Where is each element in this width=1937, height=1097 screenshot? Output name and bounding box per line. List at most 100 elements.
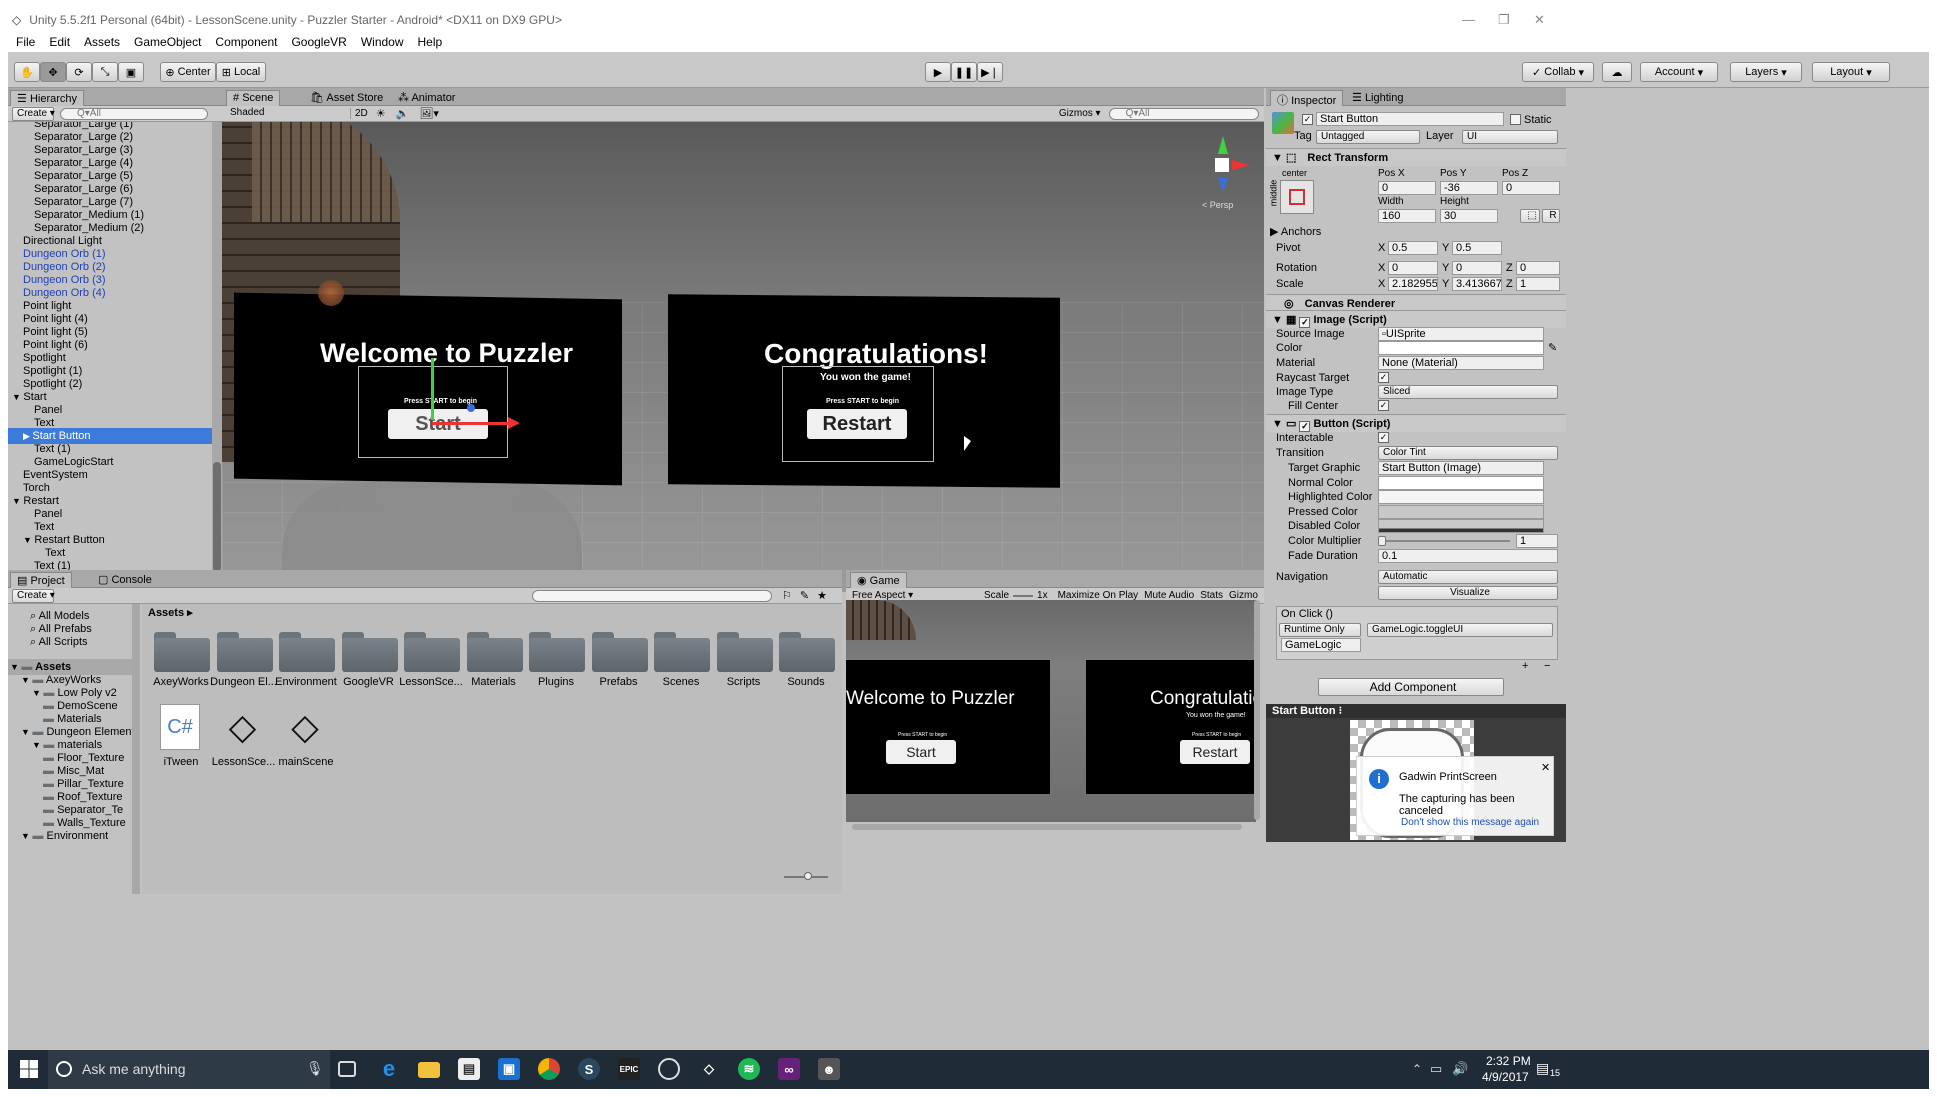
epic-games-icon[interactable]: EPIC (618, 1058, 640, 1080)
tab-lighting[interactable]: ☰ Lighting (1346, 90, 1409, 106)
layer-dropdown[interactable]: UI (1462, 130, 1558, 144)
hierarchy-scroll-thumb[interactable] (213, 462, 221, 572)
scene-search-input[interactable]: Q▾All (1108, 107, 1259, 120)
function-dropdown[interactable]: GameLogic.toggleUI (1367, 623, 1553, 637)
notification-link[interactable]: Don't show this message again (1401, 817, 1539, 828)
eyedropper-icon[interactable]: ✎ (1548, 340, 1557, 356)
tab-inspector[interactable]: ⓘ Inspector (1270, 90, 1344, 107)
transition-dropdown[interactable]: Color Tint (1378, 446, 1558, 460)
lighting-toggle-icon[interactable]: ☀ (376, 107, 386, 120)
scale-z-field[interactable]: 1 (1516, 277, 1560, 291)
volume-icon[interactable]: 🔊 (1452, 1061, 1468, 1077)
asset-folder-item[interactable]: Prefabs (588, 626, 650, 696)
add-listener-button[interactable]: + (1522, 660, 1528, 672)
width-field[interactable]: 160 (1378, 209, 1436, 223)
pos-x-field[interactable]: 0 (1378, 181, 1436, 195)
pivot-center-button[interactable]: ⊕ Center (160, 62, 216, 82)
raycast-checkbox[interactable]: ✓ (1378, 372, 1389, 383)
notification-close-icon[interactable]: ✕ (1541, 761, 1550, 774)
menu-window[interactable]: Window (361, 35, 404, 49)
fill-center-checkbox[interactable]: ✓ (1378, 400, 1389, 411)
icon-size-slider[interactable] (784, 872, 828, 880)
tray-chevron-icon[interactable]: ⌃ (1412, 1062, 1422, 1076)
add-component-button[interactable]: Add Component (1318, 678, 1504, 696)
pause-button[interactable]: ❚❚ (951, 62, 977, 82)
slider-knob[interactable] (1378, 536, 1386, 546)
tab-game[interactable]: ◉ Game (850, 572, 907, 588)
layout-dropdown[interactable]: Layout ▾ (1812, 62, 1890, 82)
close-icon[interactable]: ✕ (1534, 12, 1545, 28)
pressed-color-swatch[interactable] (1378, 505, 1544, 519)
tab-animator[interactable]: ⁂ Animator (392, 90, 461, 106)
unity-taskbar-icon[interactable]: ◇ (698, 1058, 720, 1080)
asset-folder-item[interactable]: LessonSce... (399, 626, 463, 696)
asset-folder-item[interactable]: Scenes (650, 626, 712, 696)
tag-dropdown[interactable]: Untagged (1316, 130, 1420, 144)
foldout-expanded-icon[interactable]: ▼ (21, 831, 32, 841)
disabled-color-swatch[interactable] (1378, 519, 1544, 533)
menu-file[interactable]: File (16, 35, 35, 49)
tab-console[interactable]: ▢ Console (92, 572, 158, 588)
rect-tool-button[interactable]: ▣ (118, 62, 144, 82)
height-field[interactable]: 30 (1440, 209, 1498, 223)
asset-folder-item[interactable]: AxeyWorks (150, 626, 212, 696)
hierarchy-search-input[interactable]: Q▾All (60, 107, 208, 120)
navigation-dropdown[interactable]: Automatic (1378, 570, 1558, 584)
account-dropdown[interactable]: Account ▾ (1640, 62, 1718, 82)
audio-toggle-icon[interactable]: 🔈 (396, 107, 410, 120)
foldout-expanded-icon[interactable]: ▼ (12, 392, 23, 402)
microphone-icon[interactable]: 🎙 (306, 1060, 324, 1077)
color-multiplier-field[interactable]: 1 (1516, 534, 1558, 548)
clock-date[interactable]: 4/9/2017 (1482, 1070, 1529, 1084)
asset-folder-item[interactable]: Scripts (713, 626, 775, 696)
anchors-foldout[interactable]: ▶ Anchors (1270, 224, 1321, 240)
highlighted-color-swatch[interactable] (1378, 490, 1544, 504)
rot-x-field[interactable]: 0 (1388, 261, 1438, 275)
game-v-scrollbar[interactable] (1254, 600, 1260, 820)
rect-transform-header[interactable]: ▼ ⬚ Rect Transform (1266, 148, 1566, 166)
anchor-preset-button[interactable] (1280, 180, 1314, 214)
scale-slider[interactable] (1013, 594, 1034, 597)
foldout-expanded-icon[interactable]: ▼ (21, 675, 32, 685)
filter-type-icon[interactable]: ⚐ (782, 589, 792, 602)
shading-dropdown[interactable]: Shaded (226, 107, 346, 121)
photos-app-icon[interactable]: ▣ (498, 1058, 520, 1080)
move-gizmo-y-arrow[interactable] (431, 358, 434, 420)
chrome-icon[interactable] (538, 1058, 560, 1080)
persp-label[interactable]: < Persp (1202, 200, 1233, 210)
point-light-icon[interactable] (318, 280, 344, 306)
normal-color-swatch[interactable] (1378, 476, 1544, 490)
tab-hierarchy[interactable]: ☰ Hierarchy (10, 90, 85, 106)
game-start-button[interactable]: Start (886, 740, 956, 764)
runtime-dropdown[interactable]: Runtime Only (1279, 623, 1361, 637)
asset-folder-item[interactable]: Plugins (525, 626, 587, 696)
raw-edit-button[interactable]: R (1542, 209, 1560, 223)
gadwin-icon[interactable]: ☻ (818, 1058, 840, 1080)
foldout-expanded-icon[interactable]: ▼ (32, 688, 43, 698)
icon-size-knob[interactable] (804, 872, 812, 880)
rot-y-field[interactable]: 0 (1452, 261, 1502, 275)
color-swatch[interactable] (1378, 341, 1544, 355)
asset-folder-item[interactable]: Sounds (775, 626, 837, 696)
step-button[interactable]: ▶❘ (977, 62, 1003, 82)
scene-viewport[interactable]: Welcome to Puzzler Press START to begin … (222, 122, 1264, 592)
foldout-expanded-icon[interactable]: ▼ (10, 662, 21, 672)
menu-gameobject[interactable]: GameObject (134, 35, 201, 49)
remove-listener-button[interactable]: − (1544, 660, 1550, 672)
tab-asset-store[interactable]: 🛍 Asset Store (304, 90, 389, 106)
favorite-search-item[interactable]: ⌕ All Scripts (8, 634, 136, 650)
static-checkbox[interactable] (1510, 114, 1521, 125)
color-multiplier-slider[interactable] (1378, 536, 1510, 546)
foldout-expanded-icon[interactable]: ▼ (12, 496, 23, 506)
orientation-gizmo[interactable] (1192, 132, 1252, 192)
hierarchy-create-dropdown[interactable]: Create ▾ (12, 106, 55, 121)
project-create-dropdown[interactable]: Create ▾ (12, 588, 55, 603)
minimize-icon[interactable]: — (1462, 12, 1475, 27)
pivot-x-field[interactable]: 0.5 (1388, 241, 1438, 255)
collab-dropdown[interactable]: ✓ Collab ▾ (1522, 62, 1594, 82)
asset-folder-item[interactable]: Dungeon El... (210, 626, 277, 696)
menu-edit[interactable]: Edit (49, 35, 70, 49)
favorites-star-icon[interactable]: ★ (817, 589, 827, 602)
effects-dropdown-icon[interactable]: 🖼▾ (419, 107, 439, 120)
steam-icon[interactable]: S (578, 1058, 600, 1080)
